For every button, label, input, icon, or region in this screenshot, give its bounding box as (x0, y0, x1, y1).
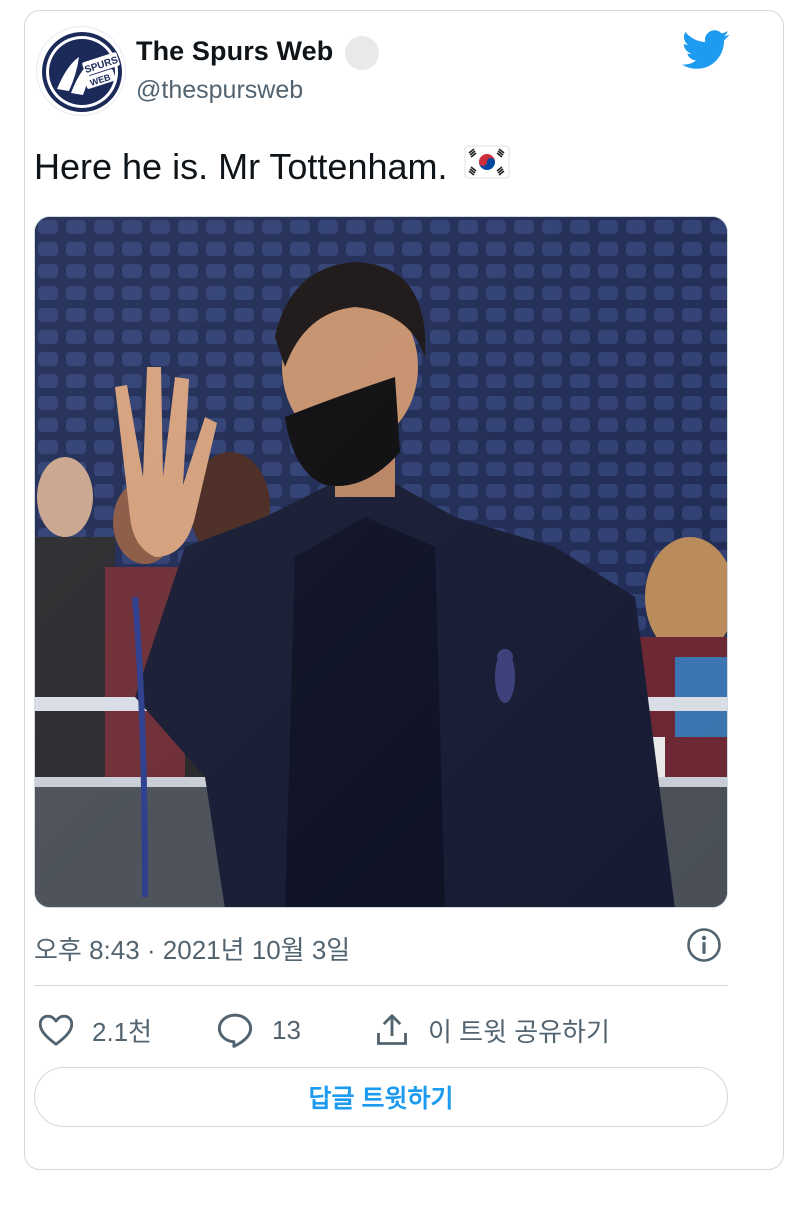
like-count: 2.1천 (92, 1016, 153, 1047)
share-button[interactable]: 이 트윗 공유하기 (374, 1002, 610, 1058)
twitter-bird-icon[interactable] (681, 30, 730, 70)
reply-tweet-button[interactable]: 답글 트윗하기 (34, 1067, 728, 1127)
reply-count-button[interactable]: 13 (216, 1002, 301, 1058)
author-handle[interactable]: @thespursweb (136, 76, 303, 105)
divider (34, 985, 728, 986)
reply-count: 13 (272, 1014, 301, 1045)
verified-badge-icon (345, 36, 379, 70)
tweet-text: Here he is. Mr Tottenham. (34, 144, 510, 188)
share-label: 이 트윗 공유하기 (428, 1016, 610, 1047)
spurs-web-logo: SPURS WEB (42, 32, 122, 112)
author-name[interactable]: The Spurs Web (136, 36, 333, 67)
south-korea-flag-icon (463, 144, 510, 188)
tweet-timestamp[interactable]: 오후 8:43 · 2021년 10월 3일 (34, 930, 350, 967)
like-button[interactable]: 2.1천 (38, 1002, 152, 1058)
share-icon (377, 1014, 407, 1045)
info-icon[interactable] (686, 927, 722, 963)
heart-icon (38, 1014, 74, 1046)
comment-icon (217, 1013, 253, 1048)
tweet-body: Here he is. Mr Tottenham. (34, 146, 448, 187)
tweet-photo[interactable] (34, 216, 728, 908)
author-avatar[interactable]: SPURS WEB (36, 26, 126, 116)
tweet-actions: 2.1천 13 이 트윗 공유하기 (34, 1002, 728, 1058)
